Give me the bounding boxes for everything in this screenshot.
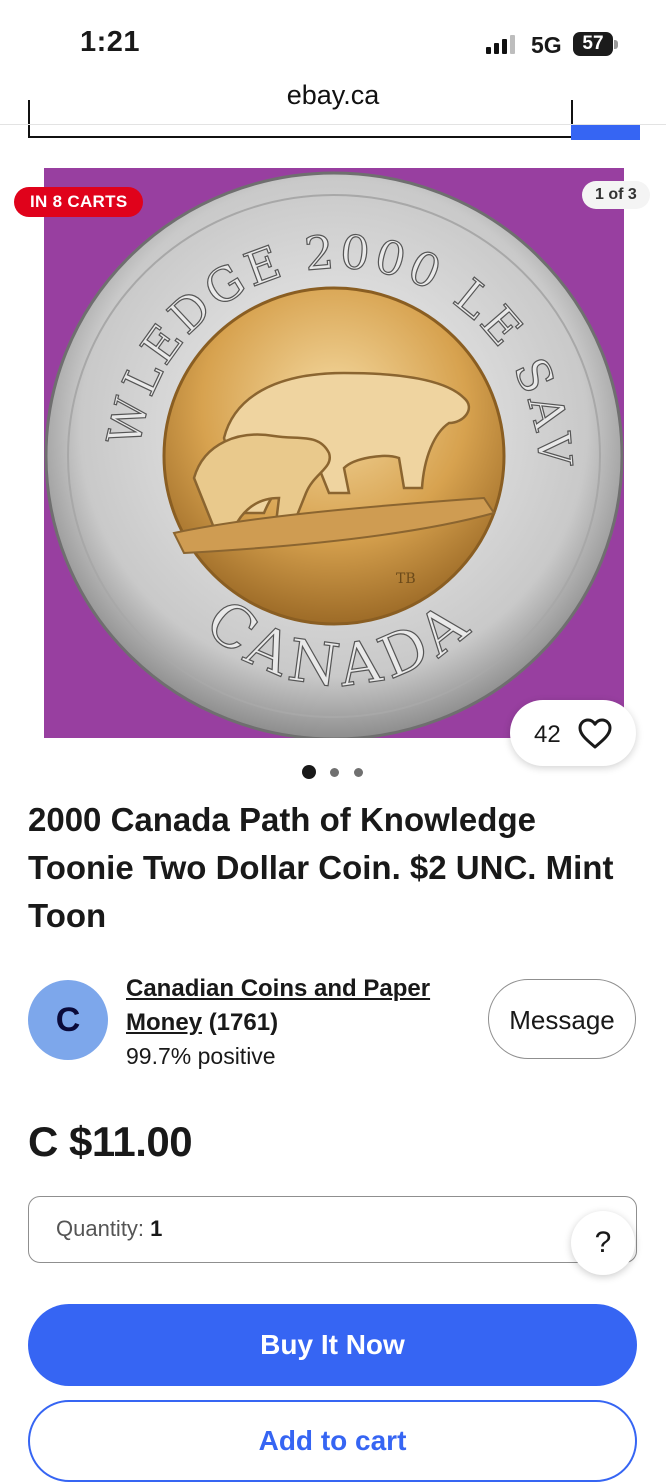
engraver-initials: TB: [396, 571, 416, 587]
message-button[interactable]: Message: [488, 979, 636, 1059]
gallery-pagination: [300, 764, 370, 780]
seller-feedback-percent: 99.7% positive: [126, 1043, 276, 1069]
quantity-value: 1: [150, 1216, 163, 1241]
battery-icon: 57: [573, 32, 613, 56]
seller-info: Canadian Coins and Paper Money (1761): [126, 972, 466, 1040]
watch-button[interactable]: [510, 700, 636, 766]
search-input[interactable]: [28, 100, 573, 138]
pagination-dot-active[interactable]: [302, 765, 316, 779]
add-to-cart-button[interactable]: Add to cart: [28, 1400, 637, 1482]
battery-cap: [614, 40, 618, 49]
header-divider: [0, 124, 666, 125]
buy-it-now-button[interactable]: Buy It Now: [28, 1304, 637, 1386]
seller-feedback-count[interactable]: (1761): [209, 1009, 278, 1036]
image-counter: 1 of 3: [582, 181, 650, 209]
quantity-label-text: Quantity:: [56, 1216, 145, 1241]
quantity-label: Quantity: 1: [56, 1216, 162, 1242]
coin-image[interactable]: KNOWLEDGE 2000 LE SAVOIR CANADA TB: [44, 168, 624, 738]
in-carts-badge: IN 8 CARTS: [14, 187, 144, 217]
cell-signal-icon: [486, 35, 515, 54]
listing-title: 2000 Canada Path of Knowledge Toonie Two…: [28, 801, 614, 934]
heart-icon[interactable]: [578, 718, 612, 750]
pagination-dot[interactable]: [354, 768, 363, 777]
seller-avatar[interactable]: C: [28, 980, 108, 1060]
watch-count: 42: [534, 721, 561, 748]
network-type: 5G: [531, 32, 562, 58]
price: C $11.00: [28, 1118, 193, 1165]
search-button[interactable]: [571, 124, 640, 140]
status-time: 1:21: [80, 26, 141, 58]
pagination-dot[interactable]: [330, 768, 339, 777]
help-button[interactable]: ?: [571, 1211, 635, 1275]
